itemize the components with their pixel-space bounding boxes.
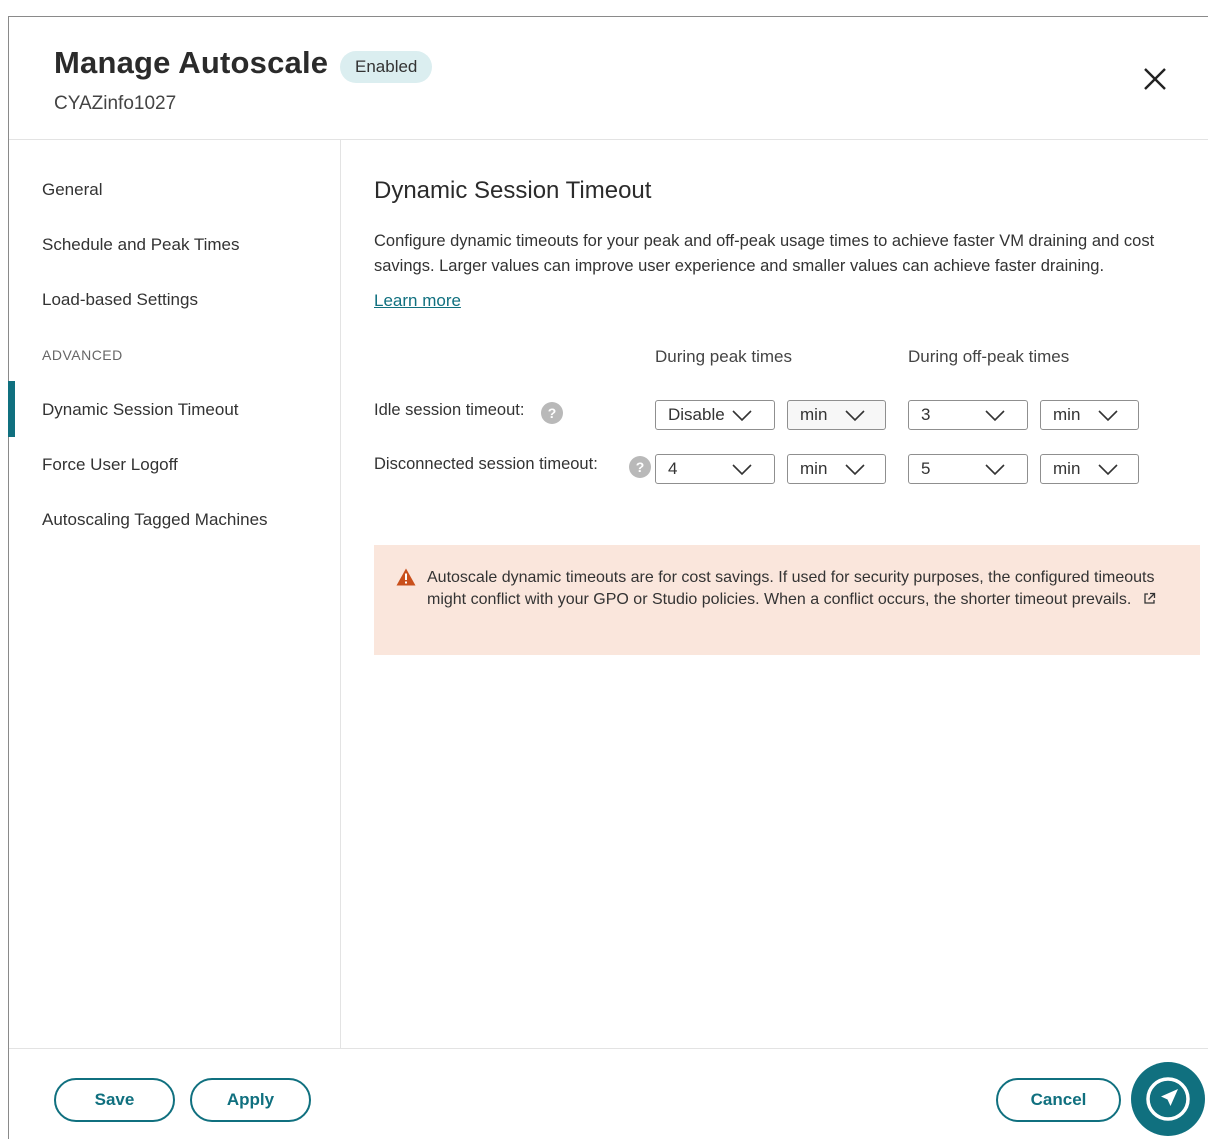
sidebar-item-autoscaling-tagged-machines[interactable]: Autoscaling Tagged Machines	[42, 510, 268, 530]
sidebar-item-dynamic-session-timeout[interactable]: Dynamic Session Timeout	[42, 400, 239, 420]
warning-banner: Autoscale dynamic timeouts are for cost …	[374, 545, 1200, 655]
close-icon	[1144, 68, 1166, 90]
warning-text: Autoscale dynamic timeouts are for cost …	[427, 569, 1155, 608]
chevron-down-icon	[1098, 410, 1118, 422]
close-button[interactable]	[1139, 63, 1171, 95]
help-icon[interactable]: ?	[541, 402, 563, 424]
column-header-peak: During peak times	[655, 347, 793, 366]
warning-icon	[396, 568, 416, 586]
sidebar-active-indicator	[8, 381, 15, 437]
chevron-down-icon	[732, 410, 752, 422]
apply-button[interactable]: Apply	[190, 1078, 311, 1122]
disconnected-peak-unit: min	[800, 459, 828, 478]
chevron-down-icon	[1098, 464, 1118, 476]
navigate-icon	[1146, 1077, 1190, 1121]
section-description: Configure dynamic timeouts for your peak…	[374, 232, 1155, 275]
sidebar-item-general[interactable]: General	[42, 180, 102, 200]
navigate-fab-button[interactable]	[1131, 1062, 1205, 1136]
dialog-header: Manage Autoscale Enabled CYAZinfo1027	[9, 17, 1208, 140]
chevron-down-icon	[985, 410, 1005, 422]
idle-peak-value-select[interactable]: Disable	[655, 400, 775, 430]
disconnected-peak-value: 4	[668, 459, 678, 478]
chevron-down-icon	[985, 464, 1005, 476]
idle-timeout-label: Idle session timeout:	[374, 401, 525, 419]
chevron-down-icon	[845, 410, 865, 422]
idle-peak-unit: min	[800, 405, 828, 424]
save-button[interactable]: Save	[54, 1078, 175, 1122]
dialog-title: Manage Autoscale	[54, 45, 329, 80]
chevron-down-icon	[845, 464, 865, 476]
idle-offpeak-value-select[interactable]: 3	[908, 400, 1028, 430]
dialog-subtitle: CYAZinfo1027	[54, 93, 177, 114]
sidebar-section-advanced: ADVANCED	[42, 347, 123, 363]
cancel-button[interactable]: Cancel	[996, 1078, 1121, 1122]
disconnected-offpeak-unit-select[interactable]: min	[1040, 454, 1139, 484]
idle-peak-value: Disable	[668, 405, 725, 424]
sidebar-item-force-user-logoff[interactable]: Force User Logoff	[42, 455, 178, 475]
manage-autoscale-dialog: Manage Autoscale Enabled CYAZinfo1027 Ge…	[8, 16, 1208, 1139]
idle-offpeak-value: 3	[921, 405, 931, 424]
dialog-footer: Save Apply Cancel	[9, 1048, 1208, 1141]
idle-peak-unit-select[interactable]: min	[787, 400, 886, 430]
disconnected-offpeak-value: 5	[921, 459, 931, 478]
sidebar-item-schedule-and-peak-times[interactable]: Schedule and Peak Times	[42, 235, 240, 255]
sidebar-nav: General Schedule and Peak Times Load-bas…	[8, 140, 341, 1048]
idle-offpeak-unit-select[interactable]: min	[1040, 400, 1139, 430]
main-panel: Dynamic Session Timeout Configure dynami…	[341, 140, 1208, 1048]
disconnected-offpeak-value-select[interactable]: 5	[908, 454, 1028, 484]
learn-more-link[interactable]: Learn more	[374, 291, 461, 311]
chevron-down-icon	[732, 464, 752, 476]
disconnected-timeout-label: Disconnected session timeout:	[374, 455, 598, 473]
disconnected-peak-unit-select[interactable]: min	[787, 454, 886, 484]
column-header-offpeak: During off-peak times	[908, 347, 1070, 366]
section-heading: Dynamic Session Timeout	[374, 177, 652, 204]
sidebar-item-load-based-settings[interactable]: Load-based Settings	[42, 290, 198, 310]
help-icon[interactable]: ?	[629, 456, 651, 478]
disconnected-peak-value-select[interactable]: 4	[655, 454, 775, 484]
idle-offpeak-unit: min	[1053, 405, 1081, 424]
external-link-icon[interactable]	[1143, 592, 1156, 605]
disconnected-offpeak-unit: min	[1053, 459, 1081, 478]
warning-message: Autoscale dynamic timeouts are for cost …	[427, 567, 1167, 611]
status-badge: Enabled	[340, 51, 433, 83]
